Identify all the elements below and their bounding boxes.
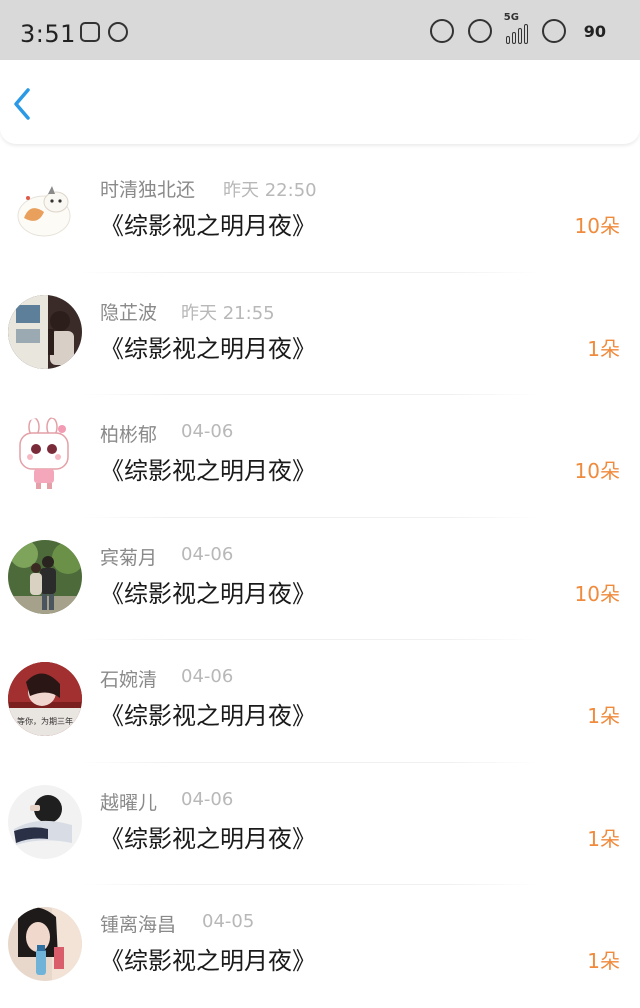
sent-time: 04-06: [181, 788, 234, 810]
alarm-icon: [429, 19, 454, 43]
book-title: 《综影视之明月夜》: [100, 334, 316, 363]
status-time: 3:51: [20, 20, 76, 48]
avatar[interactable]: [8, 294, 82, 369]
list-item[interactable]: 柏彬郁 04-06 《综影视之明月夜》 10朵: [0, 395, 640, 518]
sleeping-photo-icon: [8, 784, 82, 859]
sender-name: 柏彬郁: [100, 424, 158, 446]
flower-count: 1朵: [587, 949, 620, 973]
book-title: 《综影视之明月夜》: [100, 702, 316, 730]
chevron-left-icon: [14, 88, 30, 120]
flower-count: 10朵: [574, 214, 620, 238]
sender-name: 隐芷波: [100, 301, 158, 324]
list-item[interactable]: 隐芷波 昨天 21:55 《综影视之明月夜》 1朵: [0, 273, 640, 395]
status-bar: 3:51 5G 90: [0, 0, 640, 60]
flower-count: 1朵: [587, 336, 620, 361]
sent-time: 04-06: [181, 666, 234, 687]
sender-name: 时清独北还: [100, 179, 196, 201]
sent-time: 昨天 22:50: [223, 180, 317, 201]
girl-drink-photo-icon: [8, 907, 82, 981]
girl-photo-icon: [8, 294, 82, 369]
flower-count: 10朵: [574, 581, 620, 606]
back-button[interactable]: [8, 86, 36, 122]
system-icons: 5G 90: [429, 12, 610, 44]
book-title: 《综影视之明月夜》: [100, 579, 316, 608]
wifi-icon: [541, 19, 566, 43]
avatar[interactable]: [8, 539, 82, 614]
flower-count: 1朵: [587, 826, 620, 851]
list-item[interactable]: 宾菊月 04-06 《综影视之明月夜》 10朵: [0, 518, 640, 640]
book-title: 《综影视之明月夜》: [100, 457, 316, 485]
list-item[interactable]: 时清独北还 昨天 22:50 《综影视之明月夜》 10朵: [0, 150, 640, 273]
wechat-icon: [108, 22, 128, 42]
battery-level: 90: [583, 21, 606, 41]
speedometer-icon: [467, 19, 492, 43]
sent-time: 04-05: [202, 911, 255, 932]
book-title: 《综影视之明月夜》: [100, 212, 316, 240]
flower-count: 10朵: [574, 459, 620, 483]
gift-record-list: 时清独北还 昨天 22:50 《综影视之明月夜》 10朵 隐芷波 昨天 21:5…: [0, 150, 640, 1008]
book-title: 《综影视之明月夜》: [100, 824, 316, 853]
sent-time: 04-06: [181, 421, 234, 442]
text-photo-icon: 等你，为期三年: [8, 662, 82, 736]
avatar[interactable]: [8, 172, 82, 246]
avatar[interactable]: [8, 417, 82, 491]
book-title: 《综影视之明月夜》: [100, 947, 316, 975]
couple-photo-icon: [8, 539, 82, 614]
network-type-label: 5G: [503, 12, 519, 23]
avatar[interactable]: 等你，为期三年: [8, 662, 82, 736]
cat-sticker-icon: [8, 172, 82, 246]
sent-time: 04-06: [181, 543, 234, 565]
sender-name: 越曜儿: [100, 791, 158, 814]
avatar[interactable]: [8, 784, 82, 859]
cellular-signal-icon: 5G: [504, 12, 528, 44]
nav-header: [0, 60, 640, 144]
bunny-cartoon-icon: [8, 417, 82, 491]
list-item[interactable]: 越曜儿 04-06 《综影视之明月夜》 1朵: [0, 763, 640, 885]
sender-name: 锺离海昌: [100, 914, 177, 936]
list-item[interactable]: 等你，为期三年 石婉清 04-06 《综影视之明月夜》 1朵: [0, 640, 640, 763]
list-item[interactable]: 锺离海昌 04-05 《综影视之明月夜》 1朵: [0, 885, 640, 1008]
sender-name: 石婉清: [100, 669, 158, 691]
avatar-caption: 等你，为期三年: [17, 716, 73, 726]
avatar[interactable]: [8, 907, 82, 981]
notification-icons: [80, 22, 128, 42]
flower-count: 1朵: [587, 704, 620, 728]
sender-name: 宾菊月: [100, 546, 158, 569]
app-notification-icon: [80, 22, 100, 42]
sent-time: 昨天 21:55: [181, 302, 275, 324]
